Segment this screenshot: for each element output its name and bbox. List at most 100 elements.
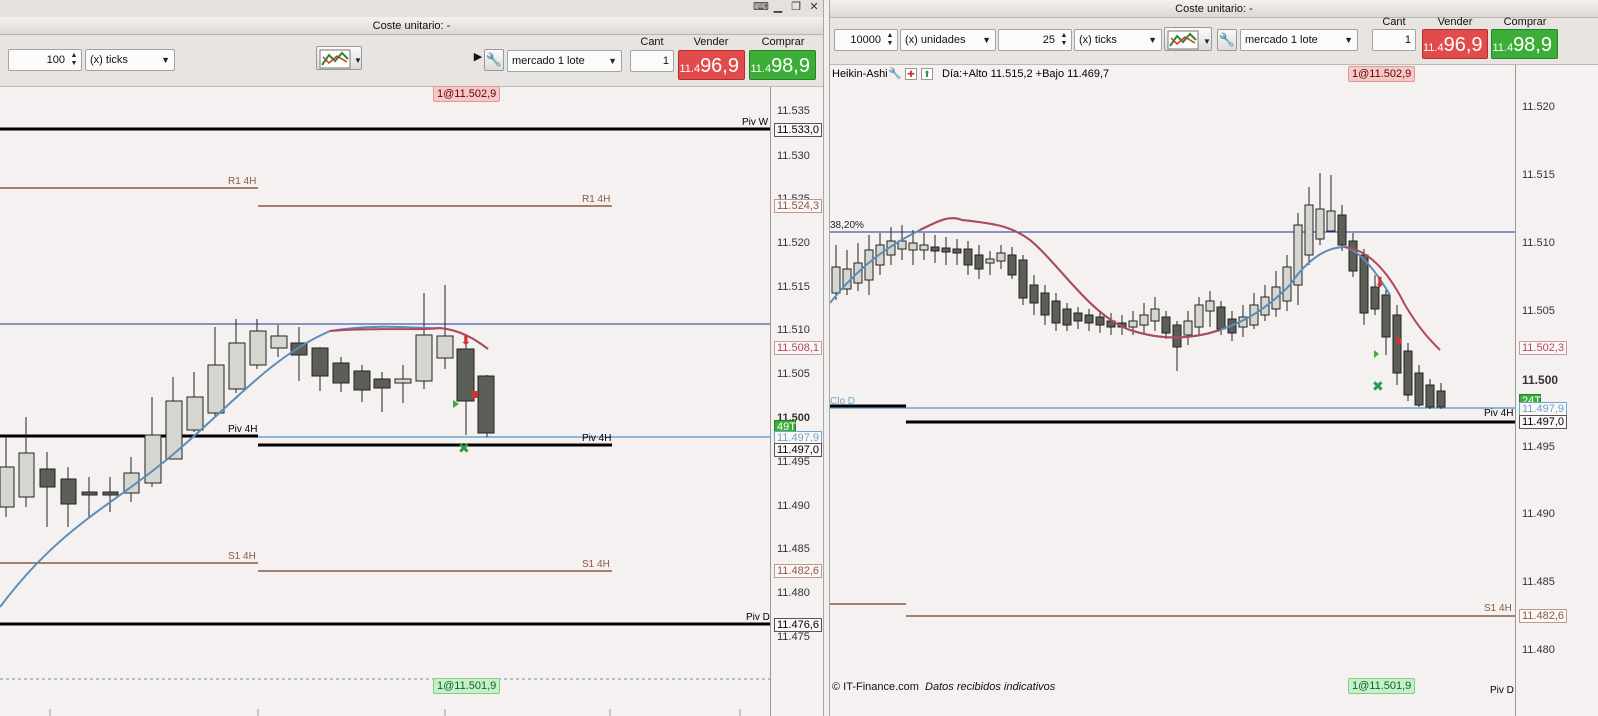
chart-tools-button[interactable]: ▼ <box>1164 27 1212 51</box>
y-tick: 11.475 <box>777 631 810 643</box>
day-range-info: Día:+Alto 11.515,2 +Bajo 11.469,7 <box>942 68 1110 80</box>
s1-label-b: S1 4H <box>582 559 610 570</box>
chart-type-label[interactable]: Heikin-Ashi <box>832 68 888 80</box>
down-arrow-icon: ⬇ <box>1374 274 1386 290</box>
y-tick: 11.480 <box>777 587 810 599</box>
wrench-icon[interactable]: 🔧 <box>1217 29 1237 51</box>
r1-label-b: R1 4H <box>582 194 611 205</box>
ticks-amount-value: 100 <box>46 54 65 66</box>
buy-price-prefix: 11.4 <box>1492 42 1514 54</box>
close-icon[interactable]: ✕ <box>807 0 821 14</box>
buy-price-prefix: 11.4 <box>750 63 772 75</box>
y-tick: 11.500 <box>1522 373 1559 387</box>
chart-tools-button[interactable]: ▼ <box>316 46 362 70</box>
arrow-up-icon[interactable]: ⬆ <box>921 68 933 80</box>
stop-marker-icon <box>1396 338 1401 344</box>
chevron-down-icon: ▼ <box>982 35 991 45</box>
ticks-amount-value: 25 <box>1042 34 1055 46</box>
ticks-amount-input[interactable]: 25 ▲ ▼ <box>998 29 1072 51</box>
keyboard-icon[interactable]: ⌨ <box>753 0 769 14</box>
buy-order-tag[interactable]: 1@11.501,9 <box>1348 678 1416 694</box>
ticks-unit-select[interactable]: (x) ticks ▼ <box>85 49 175 71</box>
left-chart-window: Coste unitario: - ⌨ ▁ ❐ ✕ 100 ▲ ▼ (x) tic… <box>0 0 823 716</box>
units-value: (x) unidades <box>905 34 966 46</box>
y-tick: 11.510 <box>777 324 810 336</box>
copyright-text: © IT-Finance.com <box>832 681 919 693</box>
buy-button[interactable]: 11.498,9 <box>1491 29 1558 59</box>
ma-tag: 11.508,1 <box>774 341 823 355</box>
chevron-down-icon: ▼ <box>161 55 170 65</box>
y-tick: 11.495 <box>1522 441 1555 453</box>
ticks-unit-value: (x) ticks <box>1079 34 1117 46</box>
right-toolbar: 10000 ▲ ▼ (x) unidades ▼ 25 ▲ ▼ (x) ticks … <box>830 16 1598 64</box>
right-candles <box>831 173 1446 409</box>
y-tick: 11.515 <box>777 281 810 293</box>
left-candles <box>0 285 495 527</box>
sell-price-prefix: 11.4 <box>679 63 701 75</box>
s1-label: S1 4H <box>1484 603 1512 614</box>
right-chart-window: Coste unitario: - 10000 ▲ ▼ (x) unidades … <box>830 0 1598 716</box>
play-marker-icon <box>1374 350 1379 358</box>
restore-icon[interactable]: ❐ <box>789 0 803 14</box>
clo-d-label: Clo D <box>830 396 856 407</box>
buy-label: Comprar <box>761 36 805 48</box>
sell-order-tag[interactable]: 1@11.502,9 <box>433 86 501 102</box>
minimize-icon[interactable]: ▁ <box>771 0 785 14</box>
y-tick: 11.490 <box>777 500 810 512</box>
quantity-units-input[interactable]: 10000 ▲ ▼ <box>834 29 898 51</box>
sell-button[interactable]: 11.496,9 <box>1422 29 1488 59</box>
sell-price-main: 96,9 <box>1443 34 1483 56</box>
left-y-axis[interactable]: 11.535 11.530 11.525 11.520 11.515 11.51… <box>770 87 823 716</box>
y-tick: 11.520 <box>777 237 810 249</box>
y-tick: 11.530 <box>777 150 810 162</box>
y-tick: 11.535 <box>777 105 810 117</box>
sell-label: Vender <box>1437 16 1473 28</box>
wrench-icon[interactable]: 🔧 <box>484 49 504 71</box>
y-tick: 11.490 <box>1522 508 1555 520</box>
spinner-icon[interactable]: ▲ ▼ <box>1059 32 1069 48</box>
sell-label: Vender <box>693 36 729 48</box>
cant-label: Cant <box>640 36 664 48</box>
buy-button[interactable]: 11.498,9 <box>749 50 816 80</box>
order-type-select[interactable]: mercado 1 lote ▼ <box>1240 29 1358 51</box>
units-select[interactable]: (x) unidades ▼ <box>900 29 996 51</box>
spinner-icon[interactable]: ▲ ▼ <box>885 32 895 48</box>
sell-price-prefix: 11.4 <box>1423 42 1444 54</box>
left-toolbar: 100 ▲ ▼ (x) ticks ▼ ▼ ▶ 🔧 mercado 1 lote … <box>0 36 823 86</box>
quantity-input[interactable]: 1 <box>1372 29 1416 51</box>
wrench-small-icon[interactable]: 🔧 <box>888 67 902 80</box>
chart-tools-icon: ▼ <box>319 49 362 69</box>
ticks-amount-input[interactable]: 100 ▲ ▼ <box>8 49 82 71</box>
panel-splitter[interactable] <box>823 0 830 716</box>
y-tick: 11.485 <box>777 543 810 555</box>
quantity-input[interactable]: 1 <box>630 50 674 72</box>
buy-order-tag[interactable]: 1@11.501,9 <box>433 678 501 694</box>
buy-price-main: 98,9 <box>771 55 810 77</box>
remove-icon[interactable]: ✚ <box>905 68 917 80</box>
chart-tools-icon: ▼ <box>1167 30 1211 50</box>
expand-arrow-icon[interactable]: ▶ <box>473 50 483 63</box>
y-tick: 11.485 <box>1522 576 1555 588</box>
y-tick: 11.520 <box>1522 101 1555 113</box>
left-chart-area[interactable]: ⬇ ✖ Piv W R1 4H R1 4H Piv 4H Piv 4H S1 4… <box>0 86 823 716</box>
y-tick: 11.480 <box>1522 644 1555 656</box>
sell-button[interactable]: 11.496,9 <box>678 50 745 80</box>
sell-order-tag[interactable]: 1@11.502,9 <box>1348 66 1416 82</box>
chevron-down-icon: ▼ <box>1148 35 1157 45</box>
piv4h-tag: 11.497,0 <box>1519 415 1568 429</box>
spinner-icon[interactable]: ▲ ▼ <box>69 52 79 68</box>
piv4h-label: Piv 4H <box>1484 408 1514 419</box>
right-y-axis[interactable]: 11.520 11.515 11.510 11.505 11.500 11.49… <box>1515 65 1598 716</box>
fib-label: 38,20% <box>830 220 864 231</box>
ticks-unit-select[interactable]: (x) ticks ▼ <box>1074 29 1162 51</box>
y-tick: 11.510 <box>1522 237 1555 249</box>
right-chart-area[interactable]: ⬇ ✖ Heikin-Ashi 🔧 ✚ ⬆ Día:+Alto 11.515,2… <box>830 64 1598 716</box>
chevron-down-icon: ▼ <box>1344 35 1353 45</box>
order-type-select[interactable]: mercado 1 lote ▼ <box>507 50 622 72</box>
y-tick: 11.505 <box>1522 305 1555 317</box>
y-tick: 11.495 <box>777 456 810 468</box>
piv-w-label: Piv W <box>742 117 769 128</box>
down-arrow-icon: ⬇ <box>460 332 472 348</box>
buy-price-main: 98,9 <box>1513 34 1552 56</box>
cross-marker-icon: ✖ <box>458 440 470 456</box>
